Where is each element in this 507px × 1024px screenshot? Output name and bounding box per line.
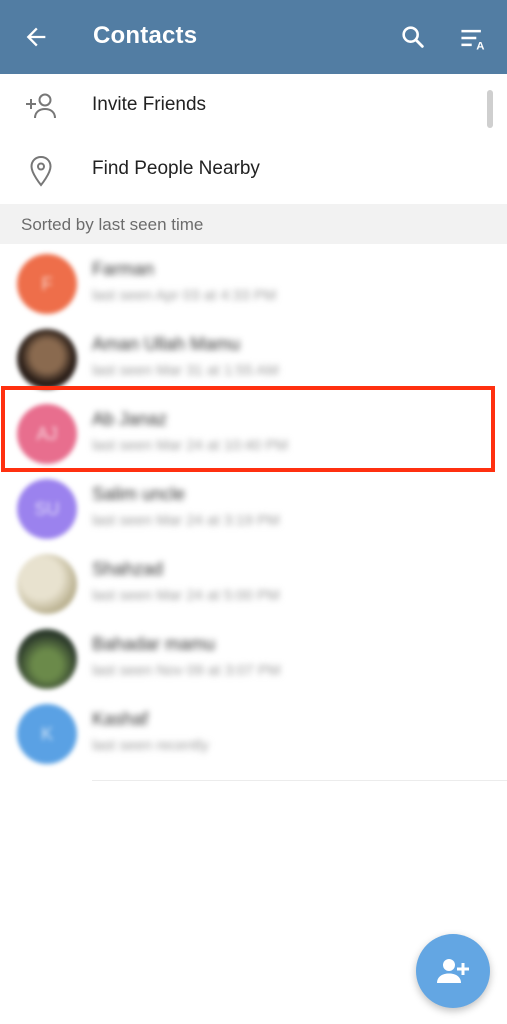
search-icon[interactable]	[399, 23, 427, 51]
contact-row[interactable]: Bahadar mamu last seen Nov 09 at 3:07 PM	[0, 621, 507, 696]
find-people-nearby-label: Find People Nearby	[92, 158, 260, 179]
contact-status: last seen Mar 24 at 3:19 PM	[92, 512, 280, 529]
avatar: SU	[17, 479, 77, 539]
contact-status: last seen Mar 24 at 10:40 PM	[92, 437, 288, 454]
app-bar: Contacts A	[0, 0, 507, 74]
contact-status: last seen Apr 03 at 4:33 PM	[92, 287, 277, 304]
avatar	[17, 554, 77, 614]
contact-row[interactable]: SU Salim uncle last seen Mar 24 at 3:19 …	[0, 471, 507, 546]
contact-status: last seen recently	[92, 737, 209, 754]
scrollbar[interactable]	[487, 90, 493, 128]
contact-row[interactable]: Aman Ullah Mamu last seen Mar 31 at 1:55…	[0, 321, 507, 396]
invite-friends-button[interactable]: Invite Friends	[0, 74, 507, 138]
section-header: Sorted by last seen time	[0, 204, 507, 244]
contact-name: Aman Ullah Mamu	[92, 334, 241, 354]
back-arrow-icon[interactable]	[22, 23, 50, 51]
page-title: Contacts	[93, 22, 198, 49]
contact-status: last seen Mar 24 at 5:00 PM	[92, 587, 280, 604]
location-pin-icon	[30, 155, 52, 187]
avatar: K	[17, 704, 77, 764]
avatar: F	[17, 254, 77, 314]
avatar: AJ	[17, 404, 77, 464]
find-people-nearby-button[interactable]: Find People Nearby	[0, 138, 507, 202]
contact-status: last seen Nov 09 at 3:07 PM	[92, 662, 281, 679]
list-divider	[92, 780, 507, 781]
add-contact-button[interactable]	[416, 934, 490, 1008]
contact-status: last seen Mar 31 at 1:55 AM	[92, 362, 279, 379]
contact-name: Shahzad	[92, 559, 164, 579]
svg-text:A: A	[476, 40, 484, 52]
avatar	[17, 629, 77, 689]
contact-row[interactable]: AJ Ab Janaz last seen Mar 24 at 10:40 PM	[0, 396, 507, 471]
contact-name: Bahadar mamu	[92, 634, 216, 654]
invite-friends-label: Invite Friends	[92, 94, 207, 115]
contact-name: Farman	[92, 259, 155, 279]
contact-name: Kashaf	[92, 709, 149, 729]
contact-row[interactable]: Shahzad last seen Mar 24 at 5:00 PM	[0, 546, 507, 621]
section-header-label: Sorted by last seen time	[21, 215, 204, 234]
contact-name: Ab Janaz	[92, 409, 168, 429]
avatar	[17, 329, 77, 389]
contact-row[interactable]: K Kashaf last seen recently	[0, 696, 507, 771]
add-contact-icon	[437, 959, 469, 983]
contact-row[interactable]: F Farman last seen Apr 03 at 4:33 PM	[0, 246, 507, 321]
sort-icon[interactable]: A	[458, 24, 490, 52]
contact-name: Salim uncle	[92, 484, 186, 504]
add-person-icon	[26, 93, 56, 119]
